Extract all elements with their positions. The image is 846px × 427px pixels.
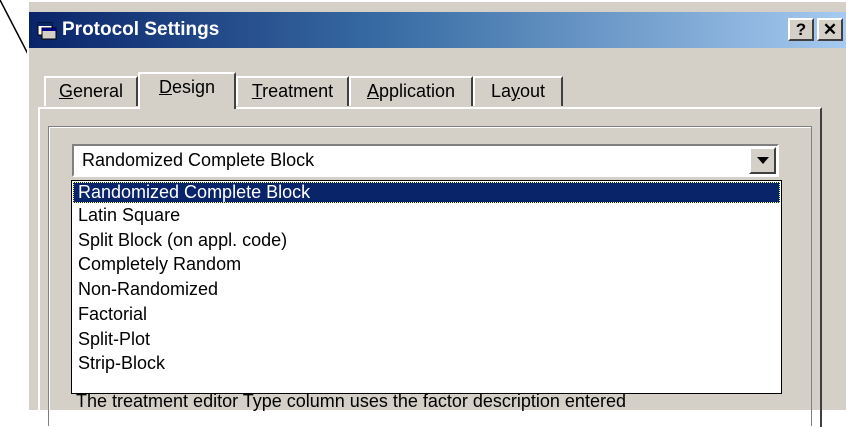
tab-design-mnemonic: D (158, 77, 172, 97)
design-type-dropdown-list[interactable]: Randomized Complete Block Latin Square S… (71, 180, 782, 394)
tab-treatment[interactable]: Treatment (236, 76, 349, 106)
tab-layout[interactable]: Layout (473, 76, 563, 106)
tab-layout-mnemonic: y (511, 81, 520, 101)
dropdown-button[interactable] (749, 147, 776, 174)
title-bar[interactable]: Protocol Settings ? ✕ (29, 12, 846, 48)
close-button[interactable]: ✕ (817, 18, 843, 41)
list-item[interactable]: Randomized Complete Block (73, 182, 780, 203)
tab-general[interactable]: General (44, 76, 138, 106)
tab-general-label: eneral (72, 81, 124, 101)
design-type-value: Randomized Complete Block (82, 150, 315, 170)
design-help-text: The treatment editor Type column uses th… (76, 391, 626, 411)
list-item[interactable]: Non-Randomized (73, 279, 780, 300)
tab-layout-label-pre: La (490, 81, 511, 101)
chevron-down-icon (757, 157, 769, 164)
protocol-settings-dialog: Protocol Settings ? ✕ General Design Tre… (27, 0, 846, 427)
tab-treatment-mnemonic: T (251, 81, 263, 101)
tab-application-label: pplication (378, 81, 456, 101)
design-type-combobox[interactable]: Randomized Complete Block (72, 144, 779, 177)
protocol-window-icon[interactable] (37, 20, 57, 40)
tab-general-mnemonic: G (58, 81, 73, 101)
tab-layout-label: out (520, 81, 546, 101)
help-button[interactable]: ? (788, 18, 814, 41)
diagonal-line (0, 0, 30, 57)
list-item[interactable]: Split Block (on appl. code) (73, 230, 780, 251)
list-item[interactable]: Strip-Block (73, 353, 780, 374)
list-item[interactable]: Factorial (73, 304, 780, 325)
list-item[interactable]: Latin Square (73, 205, 780, 226)
tab-design[interactable]: Design (138, 72, 236, 109)
window-title: Protocol Settings (62, 19, 220, 40)
tab-application-mnemonic: A (366, 81, 379, 101)
tab-design-label: esign (171, 77, 216, 97)
tab-treatment-label: reatment (262, 81, 334, 101)
list-item[interactable]: Split-Plot (73, 329, 780, 350)
close-icon: ✕ (822, 20, 838, 39)
list-item[interactable]: Completely Random (73, 254, 780, 275)
tab-application[interactable]: Application (349, 76, 473, 106)
